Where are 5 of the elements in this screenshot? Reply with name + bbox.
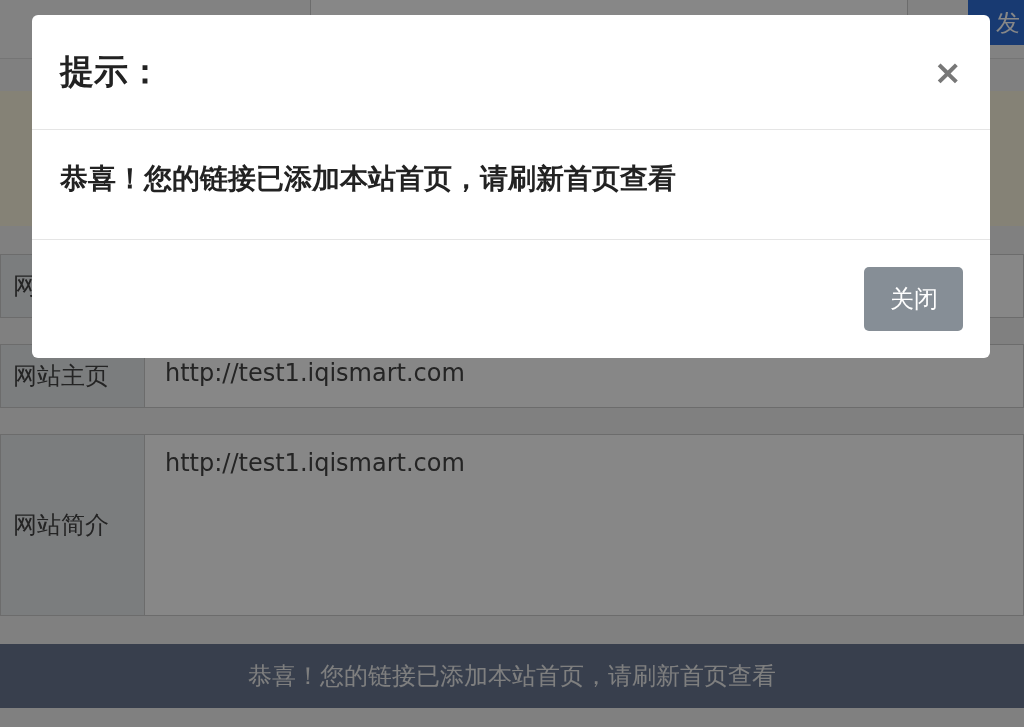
close-dialog-button[interactable]: 关闭 bbox=[864, 267, 963, 331]
dialog-title: 提示： bbox=[60, 50, 162, 93]
status-message: 恭喜！您的链接已添加本站首页，请刷新首页查看 bbox=[0, 644, 1024, 708]
close-button[interactable]: × bbox=[933, 55, 962, 89]
dialog-message: 恭喜！您的链接已添加本站首页，请刷新首页查看 bbox=[60, 160, 676, 197]
